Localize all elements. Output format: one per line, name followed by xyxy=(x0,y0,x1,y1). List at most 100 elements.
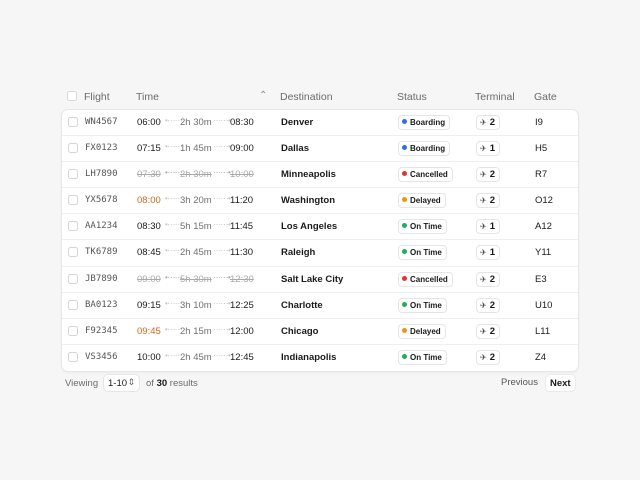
table-row[interactable]: TK6789 08:45 •⋯⋯ 2h 45m ⋯⋯• 11:30 Raleigh On Ti… xyxy=(62,240,578,267)
header-destination[interactable]: Destination xyxy=(280,91,333,103)
terminal-number: 1 xyxy=(489,247,495,259)
flight-duration: 1h 45m xyxy=(180,143,212,155)
plane-takeoff-icon: ✈ xyxy=(480,248,487,258)
table-row[interactable]: BA0123 09:15 •⋯⋯ 3h 10m ⋯⋯• 12:25 Charlotte On … xyxy=(62,293,578,319)
gate: I9 xyxy=(535,117,543,128)
gate: Z4 xyxy=(535,351,547,363)
destination: Dallas xyxy=(281,143,309,155)
terminal-number: 2 xyxy=(489,117,495,128)
row-checkbox[interactable] xyxy=(68,143,78,154)
plane-takeoff-icon: ✈ xyxy=(480,170,487,180)
status-dot xyxy=(402,119,407,124)
flight-duration: 2h 30m xyxy=(180,169,212,181)
terminal-badge: ✈ 1 xyxy=(476,141,500,157)
terminal-badge: ✈ 2 xyxy=(476,349,500,365)
status-badge: Delayed xyxy=(398,193,446,209)
row-checkbox[interactable] xyxy=(68,221,78,232)
route-connector: ⋯⋯• xyxy=(213,272,231,282)
chevron-up-icon[interactable]: ⌃ xyxy=(259,90,267,101)
flights-table: Flight Time ⌃ Destination Status Termina… xyxy=(61,86,579,372)
status-badge: On Time xyxy=(398,245,447,261)
table-body: WN4567 06:00 •⋯⋯ 2h 30m ⋯⋯• 08:30 Denver Boardi… xyxy=(61,109,579,372)
status-badge: Cancelled xyxy=(398,167,453,183)
terminal-number: 1 xyxy=(489,221,495,233)
arrival-time: 12:00 xyxy=(230,325,254,337)
header-flight[interactable]: Flight xyxy=(84,91,110,103)
row-checkbox[interactable] xyxy=(68,117,78,127)
select-all-checkbox[interactable] xyxy=(67,91,77,101)
flight-number: TK6789 xyxy=(85,247,118,258)
status-dot xyxy=(402,197,407,203)
status-badge: Boarding xyxy=(398,141,451,157)
status-dot xyxy=(402,145,407,151)
previous-button[interactable]: Previous xyxy=(497,374,542,392)
destination: Chicago xyxy=(281,325,319,337)
flight-number: WN4567 xyxy=(85,117,118,127)
route-connector: ⋯⋯• xyxy=(213,142,231,152)
gate: H5 xyxy=(535,143,548,155)
row-checkbox[interactable] xyxy=(68,195,78,206)
flight-duration: 3h 20m xyxy=(180,195,212,207)
departure-time: 06:00 xyxy=(137,117,161,128)
flight-duration: 5h 15m xyxy=(180,221,212,233)
departure-time: 09:15 xyxy=(137,299,161,311)
table-row[interactable]: AA1234 08:30 •⋯⋯ 5h 15m ⋯⋯• 11:45 Los Angeles O… xyxy=(62,214,578,241)
terminal-number: 2 xyxy=(489,273,495,285)
row-checkbox[interactable] xyxy=(68,247,78,258)
table-row[interactable]: YX5678 08:00 •⋯⋯ 3h 20m ⋯⋯• 11:20 Washington De… xyxy=(62,188,578,215)
row-checkbox[interactable] xyxy=(68,299,78,310)
next-button[interactable]: Next xyxy=(545,374,576,392)
flight-duration: 5h 30m xyxy=(180,273,212,285)
table-row[interactable]: VS3456 10:00 •⋯⋯ 2h 45m ⋯⋯• 12:45 Indianapolis… xyxy=(62,345,578,371)
gate: E3 xyxy=(535,273,547,285)
row-checkbox[interactable] xyxy=(68,169,78,180)
row-checkbox[interactable] xyxy=(68,351,78,362)
header-time[interactable]: Time xyxy=(136,91,159,103)
departure-time: 08:00 xyxy=(137,195,161,207)
destination: Raleigh xyxy=(281,247,316,259)
arrival-time: 11:30 xyxy=(230,247,254,259)
header-terminal[interactable]: Terminal xyxy=(475,91,515,103)
table-row[interactable]: F92345 09:45 •⋯⋯ 2h 15m ⋯⋯• 12:00 Chicago Delay… xyxy=(62,319,578,345)
destination: Salt Lake City xyxy=(281,273,344,285)
page-size-select[interactable]: 1-10 ⇕ xyxy=(103,374,140,392)
terminal-badge: ✈ 2 xyxy=(476,167,500,183)
viewing-label: Viewing xyxy=(65,378,99,389)
status-label: Boarding xyxy=(410,118,446,127)
gate: O12 xyxy=(535,195,553,207)
status-dot xyxy=(402,249,407,255)
departure-time: 09:00 xyxy=(137,273,161,285)
destination: Charlotte xyxy=(281,299,323,311)
status-dot xyxy=(402,327,407,333)
arrival-time: 12:45 xyxy=(230,351,254,363)
flight-duration: 2h 45m xyxy=(180,351,212,363)
table-row[interactable]: JB7890 09:00 •⋯⋯ 5h 30m ⋯⋯• 12:30 Salt Lake Ci… xyxy=(62,267,578,293)
status-badge: Cancelled xyxy=(398,271,453,287)
terminal-number: 2 xyxy=(489,195,495,207)
row-checkbox[interactable] xyxy=(68,273,78,284)
table-row[interactable]: FX0123 07:15 •⋯⋯ 1h 45m ⋯⋯• 09:00 Dallas Boardi… xyxy=(62,136,578,163)
row-checkbox[interactable] xyxy=(68,325,78,336)
arrival-time: 08:30 xyxy=(230,117,254,128)
table-row[interactable]: WN4567 06:00 •⋯⋯ 2h 30m ⋯⋯• 08:30 Denver Boardi… xyxy=(62,110,578,137)
flight-duration: 2h 15m xyxy=(180,325,212,337)
route-connector: ⋯⋯• xyxy=(213,194,231,204)
table-row[interactable]: LH7890 07:30 •⋯⋯ 2h 30m ⋯⋯• 10:00 Minneapolis C… xyxy=(62,162,578,189)
table-header: Flight Time ⌃ Destination Status Termina… xyxy=(61,86,579,108)
arrival-time: 12:25 xyxy=(230,299,254,311)
arrival-time: 12:30 xyxy=(230,273,254,285)
route-connector: ⋯⋯• xyxy=(213,246,231,256)
flight-number: YX5678 xyxy=(85,195,118,206)
status-label: Cancelled xyxy=(410,274,448,284)
status-dot xyxy=(402,275,407,281)
status-label: On Time xyxy=(410,300,442,310)
gate: Y11 xyxy=(535,247,552,259)
status-badge: On Time xyxy=(398,219,447,235)
terminal-badge: ✈ 2 xyxy=(476,115,500,130)
route-connector: ⋯⋯• xyxy=(213,220,231,230)
terminal-badge: ✈ 2 xyxy=(476,271,500,287)
header-status[interactable]: Status xyxy=(397,91,427,103)
header-gate[interactable]: Gate xyxy=(534,91,557,103)
route-connector: ⋯⋯• xyxy=(213,298,231,308)
page-size-value: 1-10 xyxy=(108,378,128,389)
